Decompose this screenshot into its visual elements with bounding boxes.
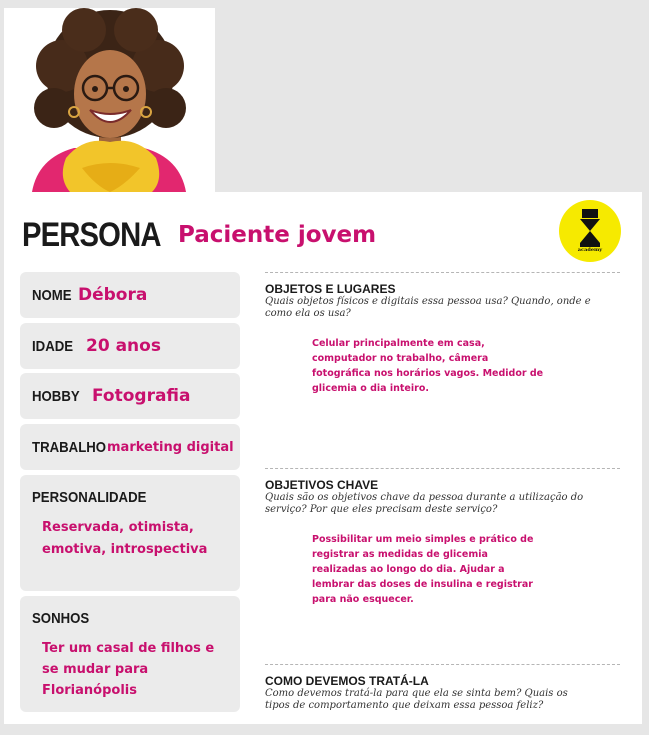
field-value: Fotografia xyxy=(92,386,191,406)
persona-card: PERSONA Paciente jovem academy NOME Débo… xyxy=(4,192,642,724)
field-label: IDADE xyxy=(32,337,74,355)
section-question: Como devemos tratá-la para que ela se si… xyxy=(265,688,568,711)
section-title: OBJETOS E LUGARES xyxy=(265,282,396,296)
field-trabalho: TRABALHO marketing digital xyxy=(20,424,240,470)
field-hobby: HOBBY Fotografia xyxy=(20,373,240,419)
field-label: NOME xyxy=(32,286,72,304)
field-label: PERSONALIDADE xyxy=(32,489,147,506)
field-value: marketing digital xyxy=(107,439,234,455)
field-label: TRABALHO xyxy=(32,438,107,456)
field-value: Reservada, otimista, emotiva, introspect… xyxy=(42,520,208,557)
section-question: Quais objetos físicos e digitais essa pe… xyxy=(265,296,591,319)
section-title: OBJETIVOS CHAVE xyxy=(265,478,379,492)
page-title: PERSONA xyxy=(22,216,161,254)
persona-photo xyxy=(4,8,215,192)
field-sonhos: SONHOS Ter um casal de filhos e se mudar… xyxy=(20,596,240,712)
persona-subtitle: Paciente jovem xyxy=(178,222,377,248)
section-answer: Celular principalmente em casa, computad… xyxy=(312,338,544,394)
field-idade: IDADE 20 anos xyxy=(20,323,240,369)
section-answer: Possibilitar um meio simples e prático d… xyxy=(312,534,534,605)
field-nome: NOME Débora xyxy=(20,272,240,318)
field-value: Ter um casal de filhos e se mudar para F… xyxy=(42,641,215,698)
logo-text: academy xyxy=(577,247,603,253)
field-value: Débora xyxy=(78,285,148,305)
section-title: COMO DEVEMOS TRATÁ-LA xyxy=(265,674,429,688)
section-question: Quais são os objetivos chave da pessoa d… xyxy=(265,492,584,515)
section-objetos: OBJETOS E LUGARES Quais objetos físicos … xyxy=(265,272,620,396)
field-personalidade: PERSONALIDADE Reservada, otimista, emoti… xyxy=(20,475,240,591)
field-label: HOBBY xyxy=(32,387,80,405)
section-tratar: COMO DEVEMOS TRATÁ-LA Como devemos tratá… xyxy=(265,664,620,712)
woman-portrait-image xyxy=(4,8,215,192)
section-objetivos: OBJETIVOS CHAVE Quais são os objetivos c… xyxy=(265,468,620,607)
academy-logo: academy xyxy=(559,200,621,262)
field-value: 20 anos xyxy=(86,336,161,356)
field-label: SONHOS xyxy=(32,610,90,627)
